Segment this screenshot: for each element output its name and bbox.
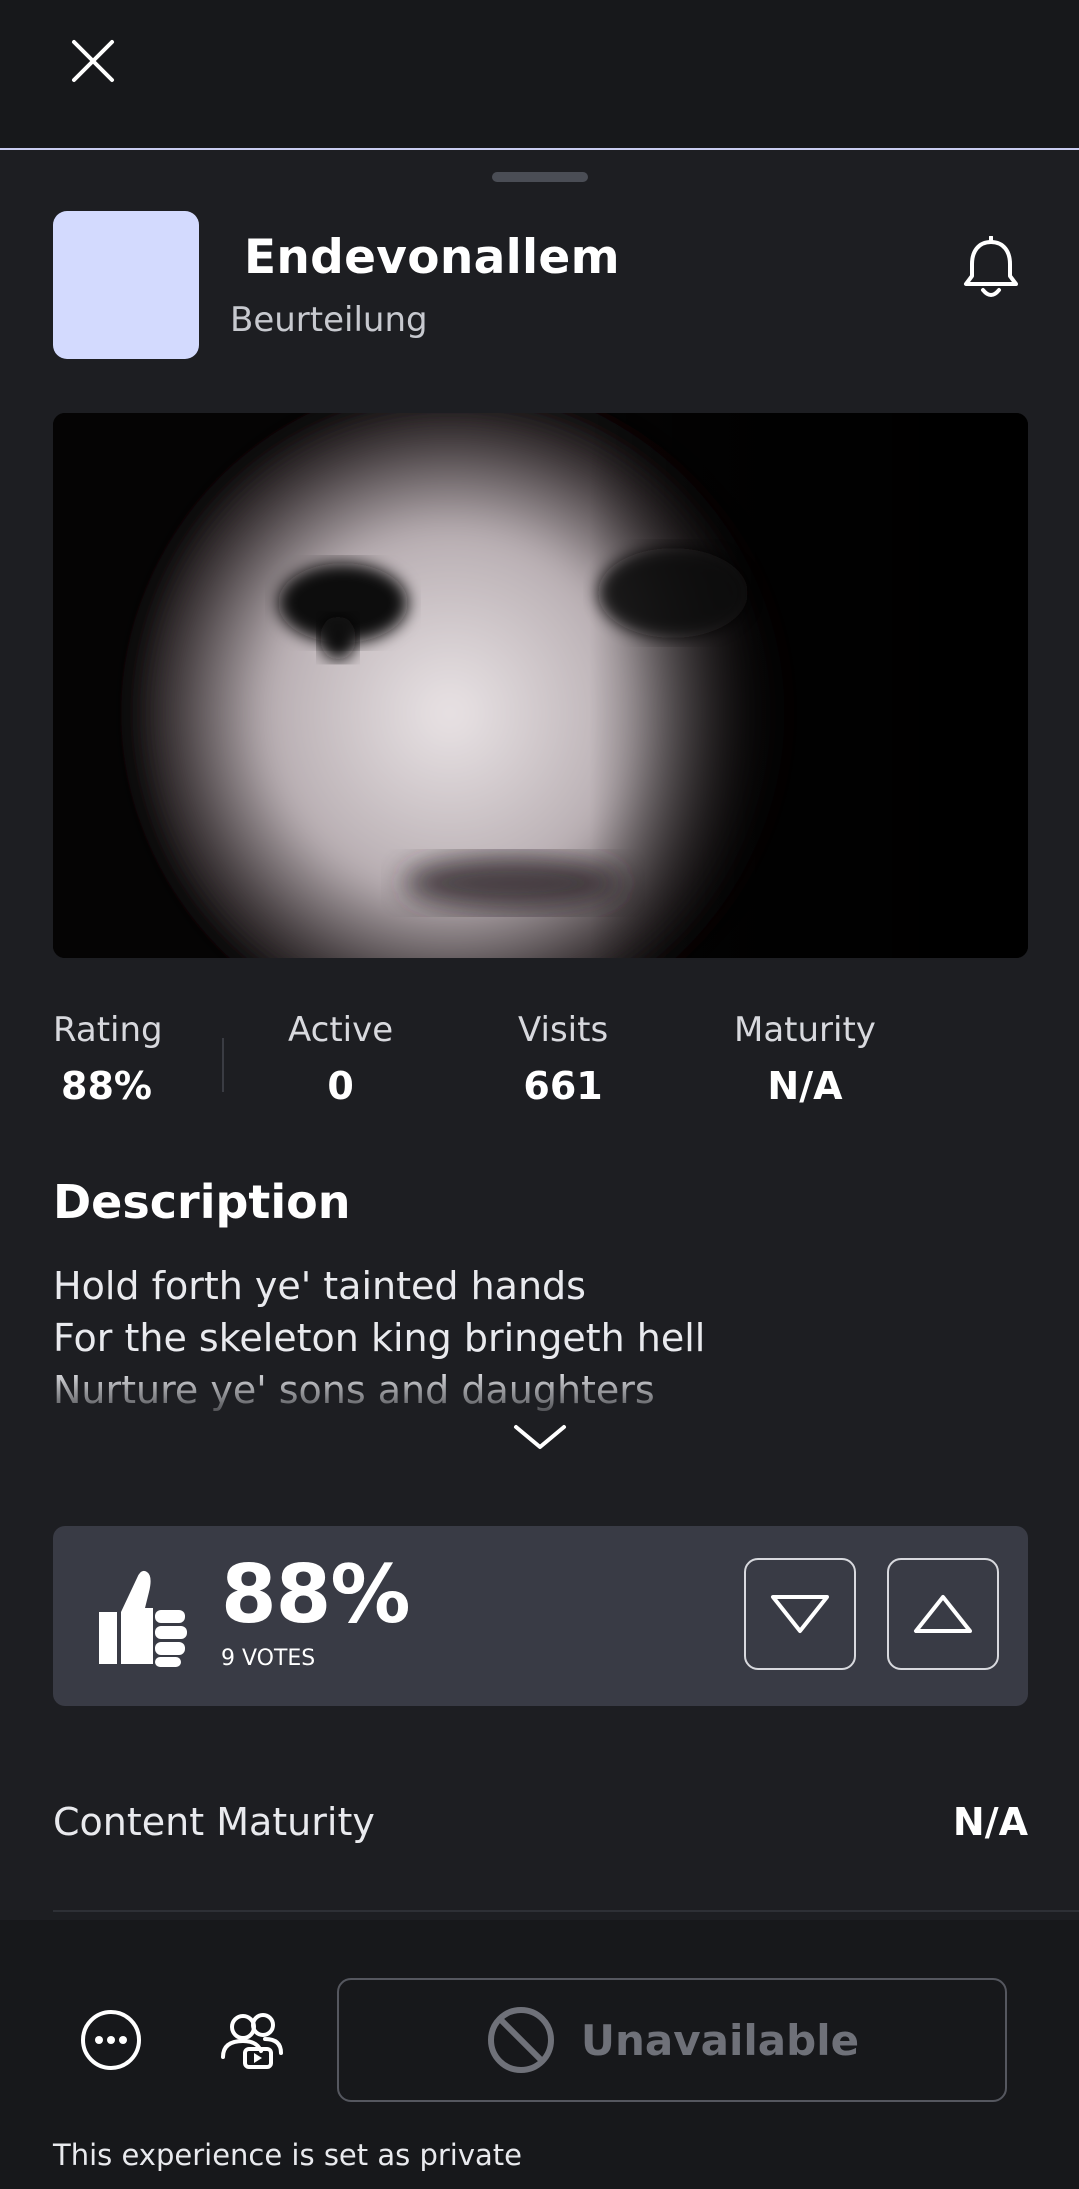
upvote-button[interactable] xyxy=(887,1558,999,1670)
vote-percentage: 88% xyxy=(221,1548,410,1641)
content-maturity-row: Content Maturity N/A xyxy=(53,1800,1028,1860)
thumbs-up-icon xyxy=(99,1570,187,1667)
expand-description-button[interactable] xyxy=(508,1412,572,1462)
notification-button[interactable] xyxy=(955,233,1027,305)
prohibited-icon xyxy=(487,2007,554,2073)
drag-handle[interactable] xyxy=(492,172,588,182)
more-icon xyxy=(81,2010,141,2070)
game-thumbnail[interactable] xyxy=(53,413,1028,958)
content-maturity-label: Content Maturity xyxy=(53,1800,375,1844)
stat-value: 0 xyxy=(327,1064,354,1108)
stat-maturity: Maturity N/A xyxy=(734,1010,876,1108)
stat-value: 661 xyxy=(523,1064,603,1108)
stat-value: N/A xyxy=(767,1064,843,1108)
private-notice: This experience is set as private xyxy=(53,2138,522,2172)
stat-rating: Rating 88% xyxy=(53,1010,163,1108)
vote-count: 9 VOTES xyxy=(221,1646,316,1671)
bottom-action-bar: Unavailable This experience is set as pr… xyxy=(0,1920,1079,2189)
vote-panel: 88% 9 VOTES xyxy=(53,1526,1028,1706)
description-heading: Description xyxy=(53,1175,351,1229)
stat-label: Visits xyxy=(518,1010,609,1050)
close-button[interactable] xyxy=(60,28,126,94)
party-icon xyxy=(221,2013,283,2069)
close-icon xyxy=(72,40,114,82)
stat-divider xyxy=(222,1038,224,1092)
play-button-unavailable[interactable]: Unavailable xyxy=(337,1978,1007,2102)
game-title: Endevonallem xyxy=(244,230,620,285)
play-button-label: Unavailable xyxy=(580,2015,860,2065)
chevron-down-icon xyxy=(514,1425,566,1449)
stat-label: Rating xyxy=(53,1010,163,1050)
divider xyxy=(53,1910,1079,1912)
thumbs-down-triangle-icon xyxy=(771,1595,829,1633)
game-details-sheet: Endevonallem Beurteilung Rating 88% Acti… xyxy=(0,150,1079,1920)
stat-value: 88% xyxy=(61,1064,152,1108)
thumbnail-image xyxy=(53,413,1028,958)
game-icon xyxy=(53,211,199,359)
top-bar xyxy=(0,0,1079,150)
bell-icon xyxy=(964,236,1018,297)
content-maturity-value: N/A xyxy=(952,1800,1028,1844)
stat-active: Active 0 xyxy=(288,1010,393,1108)
downvote-button[interactable] xyxy=(744,1558,856,1670)
stat-label: Active xyxy=(288,1010,394,1050)
thumbs-up-triangle-icon xyxy=(914,1595,972,1633)
stat-label: Maturity xyxy=(734,1010,876,1050)
description-fade xyxy=(53,1368,1013,1418)
more-options-button[interactable] xyxy=(76,2005,146,2075)
stats-row: Rating 88% Active 0 Visits 661 Maturity … xyxy=(0,1010,1079,1130)
party-button[interactable] xyxy=(214,2002,290,2078)
stat-visits: Visits 661 xyxy=(518,1010,608,1108)
creator-name[interactable]: Beurteilung xyxy=(230,300,428,340)
